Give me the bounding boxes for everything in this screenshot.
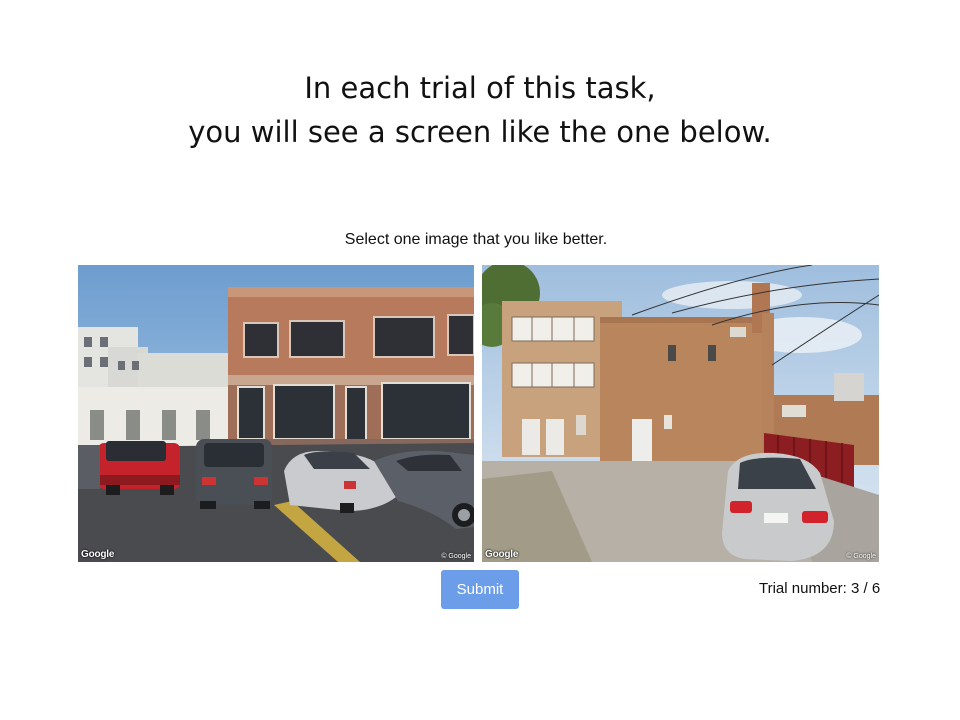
street-view-photo-left <box>78 265 474 562</box>
instruction-heading: In each trial of this task, you will see… <box>0 66 960 154</box>
google-watermark: Google <box>485 549 519 560</box>
trial-counter: Trial number: 3 / 6 <box>759 580 881 597</box>
instruction-line-2: you will see a screen like the one below… <box>188 115 772 149</box>
google-watermark: Google <box>81 549 115 560</box>
image-option-left[interactable]: Google © Google <box>78 265 474 562</box>
image-option-right[interactable]: Google © Google <box>482 265 879 562</box>
submit-button[interactable]: Submit <box>441 570 519 609</box>
google-copyright: © Google <box>846 553 876 560</box>
google-copyright: © Google <box>441 553 471 560</box>
selection-prompt: Select one image that you like better. <box>344 231 608 248</box>
instruction-line-1: In each trial of this task, <box>304 71 656 105</box>
street-view-photo-right <box>482 265 879 562</box>
